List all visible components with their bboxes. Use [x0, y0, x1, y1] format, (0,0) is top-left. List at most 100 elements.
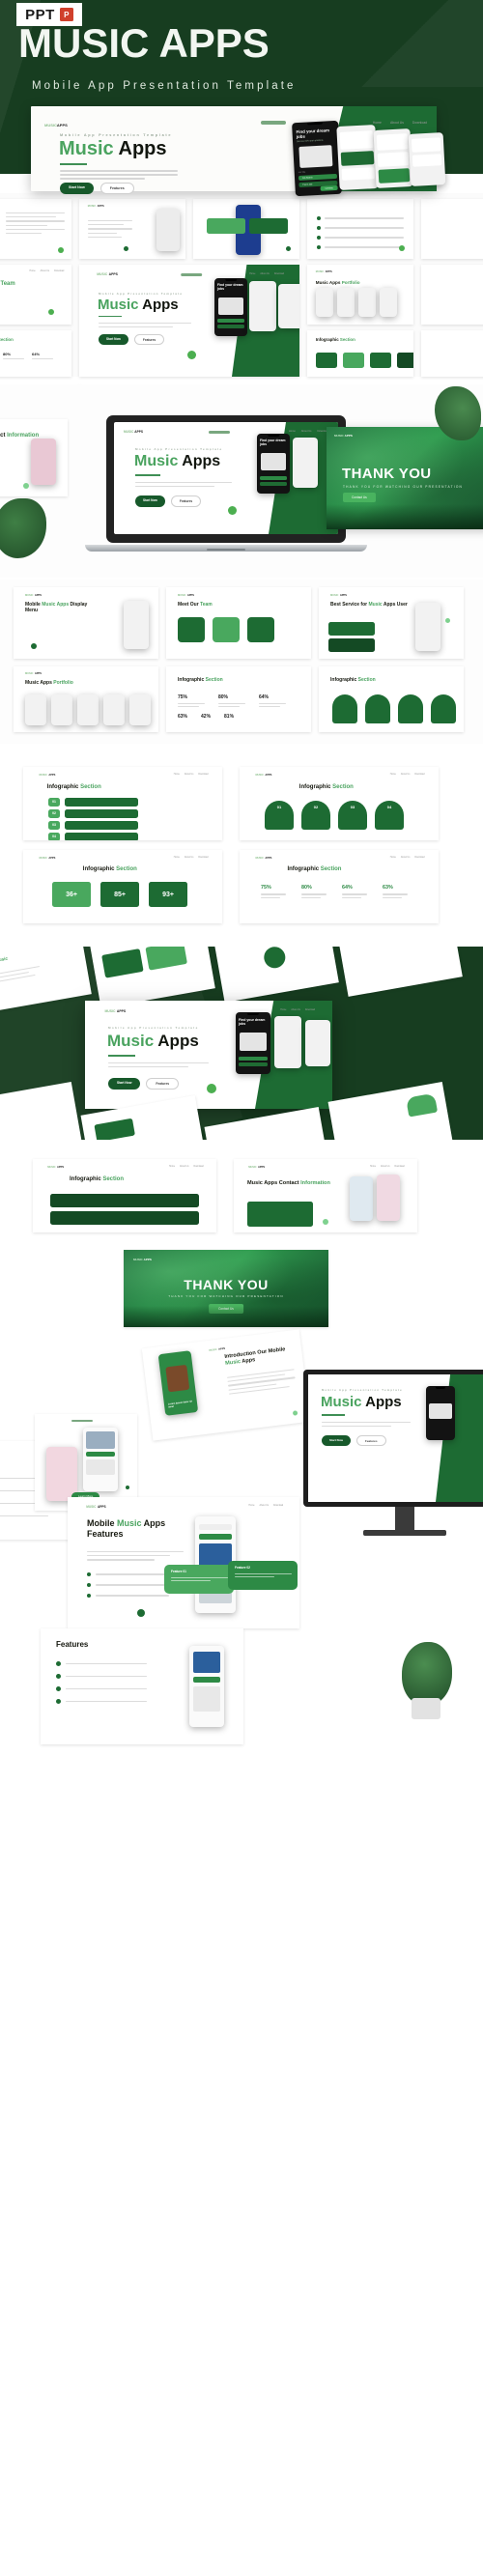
start-now-button[interactable]: Start Now — [60, 183, 94, 194]
slide-thumb-meet-team[interactable]: MUSICAPPS HomeAbout UsDownload Meet Our … — [0, 265, 71, 325]
slide-infographic-final[interactable]: MUSIC APPS Home About Us Download Infograph… — [33, 1159, 216, 1232]
monitor-title-dark: Apps — [361, 1394, 402, 1410]
slide-thank-you-wide[interactable]: MUSIC APPS THANK YOU THANK YOU FOR WATCHI… — [124, 1250, 328, 1327]
pct-value: 75% — [178, 694, 188, 700]
slide-apps-features[interactable]: MUSIC APPS Home About Us Download Mobile Mu… — [68, 1497, 299, 1628]
phone-mockup: Lorem ipsum dolor sit amet — [157, 1350, 199, 1416]
phone-field-label: Job Title — [298, 171, 306, 175]
phone-mockup: Find your dream jobs — [214, 278, 247, 336]
monitor-screen-content: Mobile App Presentation Template Music A… — [308, 1374, 483, 1502]
bottom-showcase-section: MUSIC APPS Introduction Our Mobile Music … — [0, 1329, 483, 2576]
slide-thumb-hero-large[interactable]: MUSIC APPS Home About Us Download Mobile Ap… — [79, 265, 299, 377]
monitor-title-green: Music — [321, 1394, 362, 1410]
phone-btn-continue[interactable]: Continue — [320, 184, 338, 191]
slide-infographic-percent-grid[interactable]: MUSIC APPS Home About Us Download Infograph… — [240, 850, 439, 923]
start-now-button[interactable]: Start Now — [108, 1078, 141, 1090]
phone-illustration — [298, 145, 333, 168]
hero-slide-title-dark: Apps — [113, 138, 167, 159]
slide-intro-our-apps[interactable]: MUSIC APPS Introduction Our Mobile Music … — [141, 1329, 311, 1441]
hero-slide-buttons: Start Now Features — [60, 183, 134, 194]
hero-slide-preview: MUSICAPPS Home About Us Download Mobile … — [31, 106, 446, 197]
hero-slide-rule — [60, 163, 87, 165]
laptop-base — [85, 545, 367, 552]
decorative-circle — [124, 246, 128, 251]
slide-thumb-display-menu-2[interactable]: MUSIC APPS Mobile Music Apps Display Menu — [14, 587, 158, 659]
laptop-features-button[interactable]: Features — [170, 495, 202, 507]
decorative-circle — [126, 1486, 129, 1489]
nav-divider — [260, 121, 286, 125]
monitor-features-button[interactable]: Features — [356, 1435, 386, 1447]
slide-phone-pair[interactable]: Learn More — [35, 1414, 137, 1511]
angled-showcase-section: Mobile Music MUSICAPPS HomeAbout UsDownl… — [0, 947, 483, 1140]
monitor-neck — [395, 1507, 414, 1532]
slide-thumb-infographic-badges[interactable]: Infographic Section — [319, 666, 464, 732]
features-button[interactable]: Features — [99, 183, 134, 194]
features-button[interactable]: Features — [133, 334, 165, 346]
plant-decoration-bottom — [402, 1642, 452, 1706]
pct-value: 80% — [301, 885, 312, 892]
slide-thumb-best-service-2[interactable]: MUSIC APPS Best Service for Music Apps Us… — [319, 587, 464, 659]
slide-thumb-infographic-pct[interactable]: Infographic Section 75% 80% 64% 63% 42% … — [166, 666, 311, 732]
logo-second: APPS — [56, 123, 68, 127]
pct-value: 81% — [224, 713, 235, 720]
step-number: 01 — [48, 797, 60, 807]
decorative-circle — [58, 247, 64, 253]
nav-item-home[interactable]: Home — [373, 121, 382, 125]
laptop-screen-content: MUSIC APPS Home About Us Download Mobile … — [114, 422, 338, 534]
slide-thumb-portfolio[interactable]: MUSIC APPS Music Apps Portfolio — [307, 265, 413, 325]
thumb-title-green: Team — [0, 281, 15, 288]
slide-grid-strip-2: MUSIC APPS Mobile Music Apps Display Menu… — [0, 580, 483, 744]
features-heading: Features — [56, 1640, 89, 1649]
thank-you-heading: THANK YOU — [342, 466, 432, 482]
slide-thumb-team[interactable]: Lorem Ipsum — [0, 199, 71, 259]
slide-thumb-contact-info[interactable]: Music Apps Contact Information — [0, 419, 68, 496]
phone-btn-job-search[interactable]: Job Search — [298, 173, 338, 182]
decorative-circle — [31, 643, 37, 649]
nav-item-download[interactable]: Download — [412, 121, 427, 125]
phone-mockup-tertiary — [373, 128, 413, 188]
phone-mockup-secondary — [336, 124, 379, 191]
decorative-circle — [187, 351, 196, 359]
slide-thumb-meet-team-2[interactable]: MUSIC APPS Meet Our Team — [166, 587, 311, 659]
contact-us-button[interactable]: Contact Us — [343, 493, 376, 502]
slide-infographic-arches[interactable]: MUSIC APPS Home About Us Download Infograph… — [240, 767, 439, 840]
laptop-screen: MUSIC APPS Home About Us Download Mobile … — [106, 415, 346, 543]
slide-contact-information[interactable]: MUSIC APPS Home About Us Download Music App… — [234, 1159, 417, 1232]
slide-thumb-best-service[interactable] — [193, 199, 299, 259]
pct-value: 80% — [218, 694, 229, 700]
thank-you-subtitle: THANK YOU FOR WATCHING OUR PRESENTATION — [343, 485, 464, 489]
slide-thumb-infographic-c[interactable] — [421, 330, 483, 377]
arch-number: 04 — [375, 800, 404, 830]
stat-badge: 93+ — [149, 882, 187, 908]
decorative-circle — [48, 309, 54, 315]
features-button[interactable]: Features — [146, 1078, 180, 1090]
slide-thumb-extra[interactable] — [421, 199, 483, 259]
monitor-start-now-button[interactable]: Start Now — [322, 1435, 352, 1447]
thank-you-slide[interactable]: MUSIC APPS THANK YOU THANK YOU FOR WATCHI… — [327, 427, 483, 529]
slide-thumb-bullets[interactable] — [307, 199, 413, 259]
slide-infographic-steps[interactable]: MUSIC APPS Home About Us Download Infograph… — [23, 767, 222, 840]
slide-thumb-infographic-b[interactable]: Infographic Section — [307, 330, 413, 377]
start-now-button[interactable]: Start Now — [99, 334, 128, 346]
slide-thumb-extra-2[interactable] — [421, 265, 483, 325]
hero-slide-title: Music Apps — [59, 138, 167, 160]
contact-thankyou-strip: MUSIC APPS Home About Us Download Infograph… — [0, 1149, 483, 1343]
slide-thumb-display-menu[interactable]: MUSIC APPS — [79, 199, 185, 259]
page-title: MUSIC APPS — [18, 20, 270, 66]
slide-grid-strip-1: Lorem Ipsum MUSICAPPS — [0, 193, 483, 383]
feature-card-2: Feature 02 — [228, 1561, 298, 1590]
slide-thumb-infographic-a[interactable]: Infographic Section 75% 80% 64% — [0, 330, 71, 377]
laptop-title-green: Music — [134, 453, 179, 469]
slide-thumb-portfolio-2[interactable]: MUSIC APPS Music Apps Portfolio — [14, 666, 158, 732]
hero-slide-title-green: Music — [59, 138, 114, 159]
slide-infographic-stats[interactable]: MUSIC APPS Home About Us Download Infograph… — [23, 850, 222, 923]
thank-you-heading: THANK YOU — [184, 1277, 269, 1292]
laptop-start-now-button[interactable]: Start Now — [135, 495, 165, 507]
stat-badge: 85+ — [100, 882, 139, 908]
laptop-mockup: MUSIC APPS Home About Us Download Mobile … — [85, 415, 367, 552]
phone-mockup: Find your dream jobs — [257, 434, 290, 494]
slide-features-detail[interactable]: Features — [41, 1628, 243, 1744]
pct-value: 63% — [383, 885, 393, 892]
angled-hero-slide[interactable]: MUSIC APPS Home About Us Download Mobile Ap… — [85, 1001, 332, 1109]
nav-item-about[interactable]: About Us — [390, 121, 404, 125]
